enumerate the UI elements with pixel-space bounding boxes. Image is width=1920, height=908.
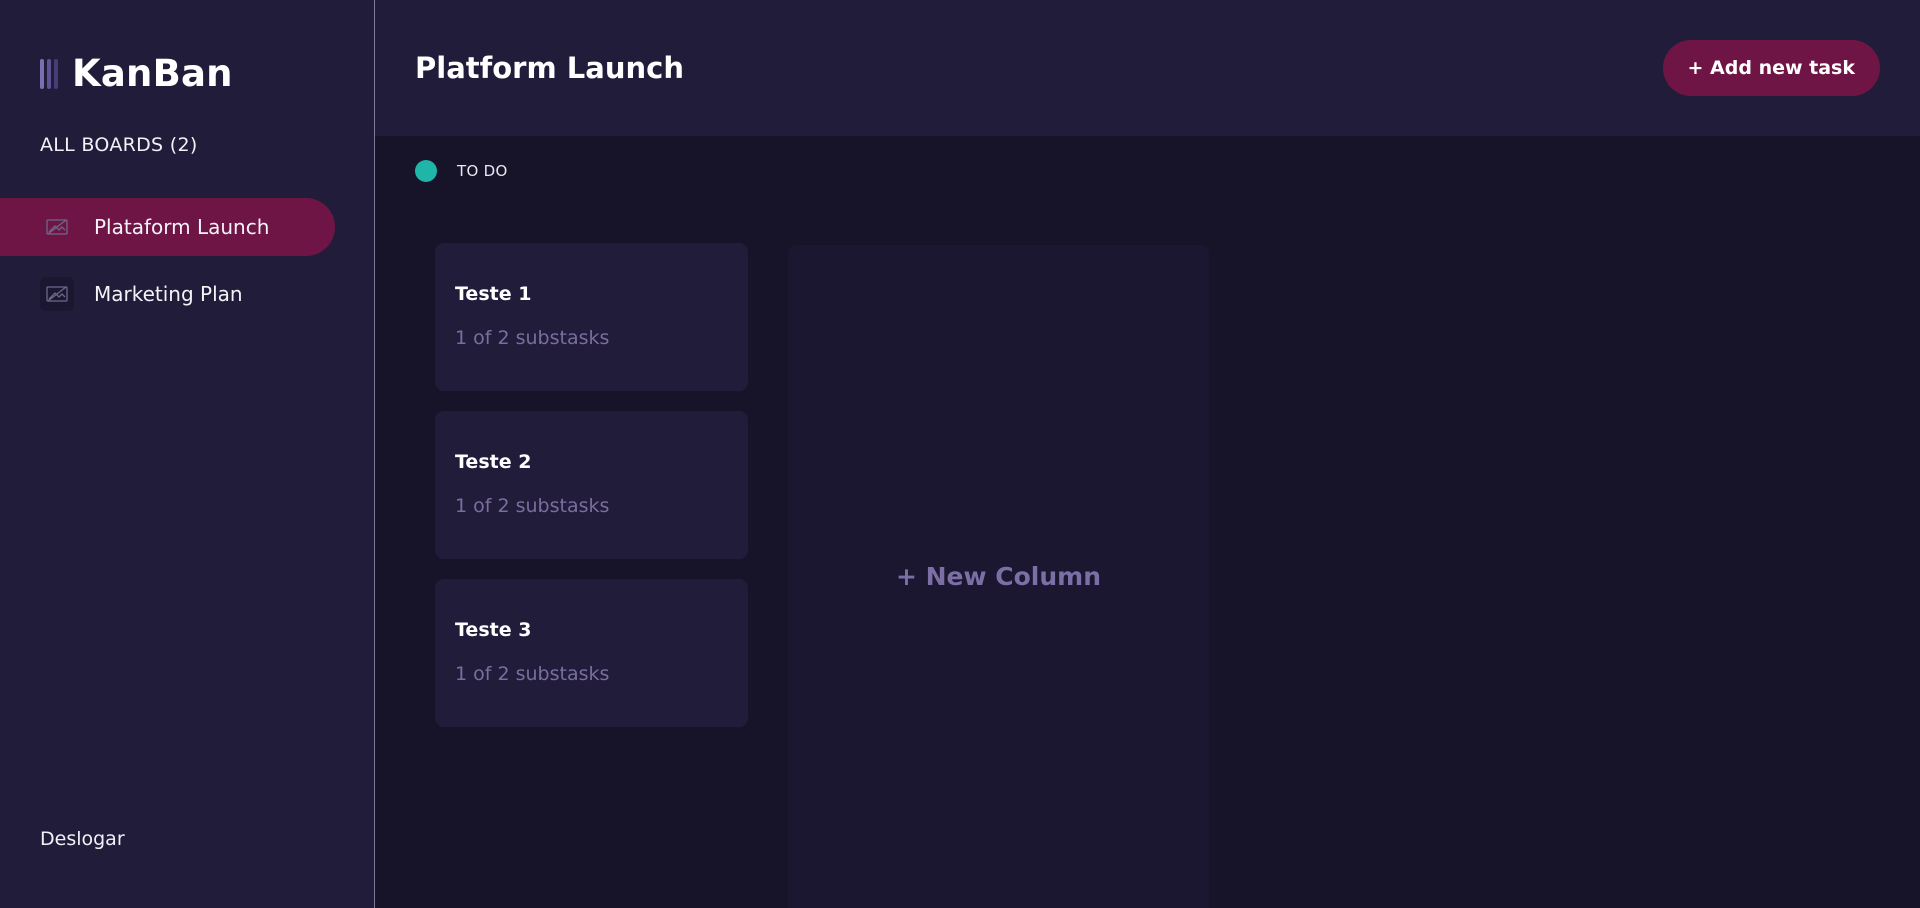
task-title: Teste 3 — [455, 619, 532, 641]
add-new-task-button[interactable]: + Add new task — [1662, 40, 1880, 96]
kanban-logo-icon — [40, 58, 58, 89]
new-column-button[interactable]: + New Column — [788, 245, 1209, 908]
sidebar-item-marketing-plan[interactable]: Marketing Plan — [0, 265, 335, 323]
board-image-icon — [40, 210, 74, 244]
task-subtasks: 1 of 2 substasks — [455, 663, 610, 685]
column-name: TO DO — [457, 162, 508, 180]
board-image-icon — [40, 277, 74, 311]
main-content: Platform Launch + Add new task TO DO Tes… — [375, 0, 1920, 908]
status-dot-icon — [415, 160, 437, 182]
task-subtasks: 1 of 2 substasks — [455, 495, 610, 517]
board-header: Platform Launch + Add new task — [375, 0, 1920, 136]
sidebar-item-label: Plataform Launch — [94, 215, 270, 239]
new-column-label: + New Column — [895, 562, 1102, 591]
kanban-app: KanBan ALL BOARDS (2) Plataform Launch M… — [0, 0, 1920, 908]
all-boards-heading: ALL BOARDS (2) — [40, 134, 198, 156]
column-header-todo: TO DO — [415, 160, 508, 182]
board-list: Plataform Launch Marketing Plan — [0, 198, 335, 332]
board-area: TO DO Teste 1 1 of 2 substasks Teste 2 1… — [375, 136, 1920, 908]
task-card[interactable]: Teste 1 1 of 2 substasks — [435, 243, 748, 391]
task-subtasks: 1 of 2 substasks — [455, 327, 610, 349]
task-title: Teste 1 — [455, 283, 532, 305]
task-list: Teste 1 1 of 2 substasks Teste 2 1 of 2 … — [435, 243, 748, 747]
app-name: KanBan — [72, 52, 233, 95]
sidebar-item-plataform-launch[interactable]: Plataform Launch — [0, 198, 335, 256]
app-logo: KanBan — [40, 52, 233, 95]
page-title: Platform Launch — [415, 51, 684, 85]
sidebar-item-label: Marketing Plan — [94, 282, 243, 306]
task-title: Teste 2 — [455, 451, 532, 473]
task-card[interactable]: Teste 3 1 of 2 substasks — [435, 579, 748, 727]
task-card[interactable]: Teste 2 1 of 2 substasks — [435, 411, 748, 559]
sidebar: KanBan ALL BOARDS (2) Plataform Launch M… — [0, 0, 375, 908]
logout-link[interactable]: Deslogar — [40, 828, 125, 850]
